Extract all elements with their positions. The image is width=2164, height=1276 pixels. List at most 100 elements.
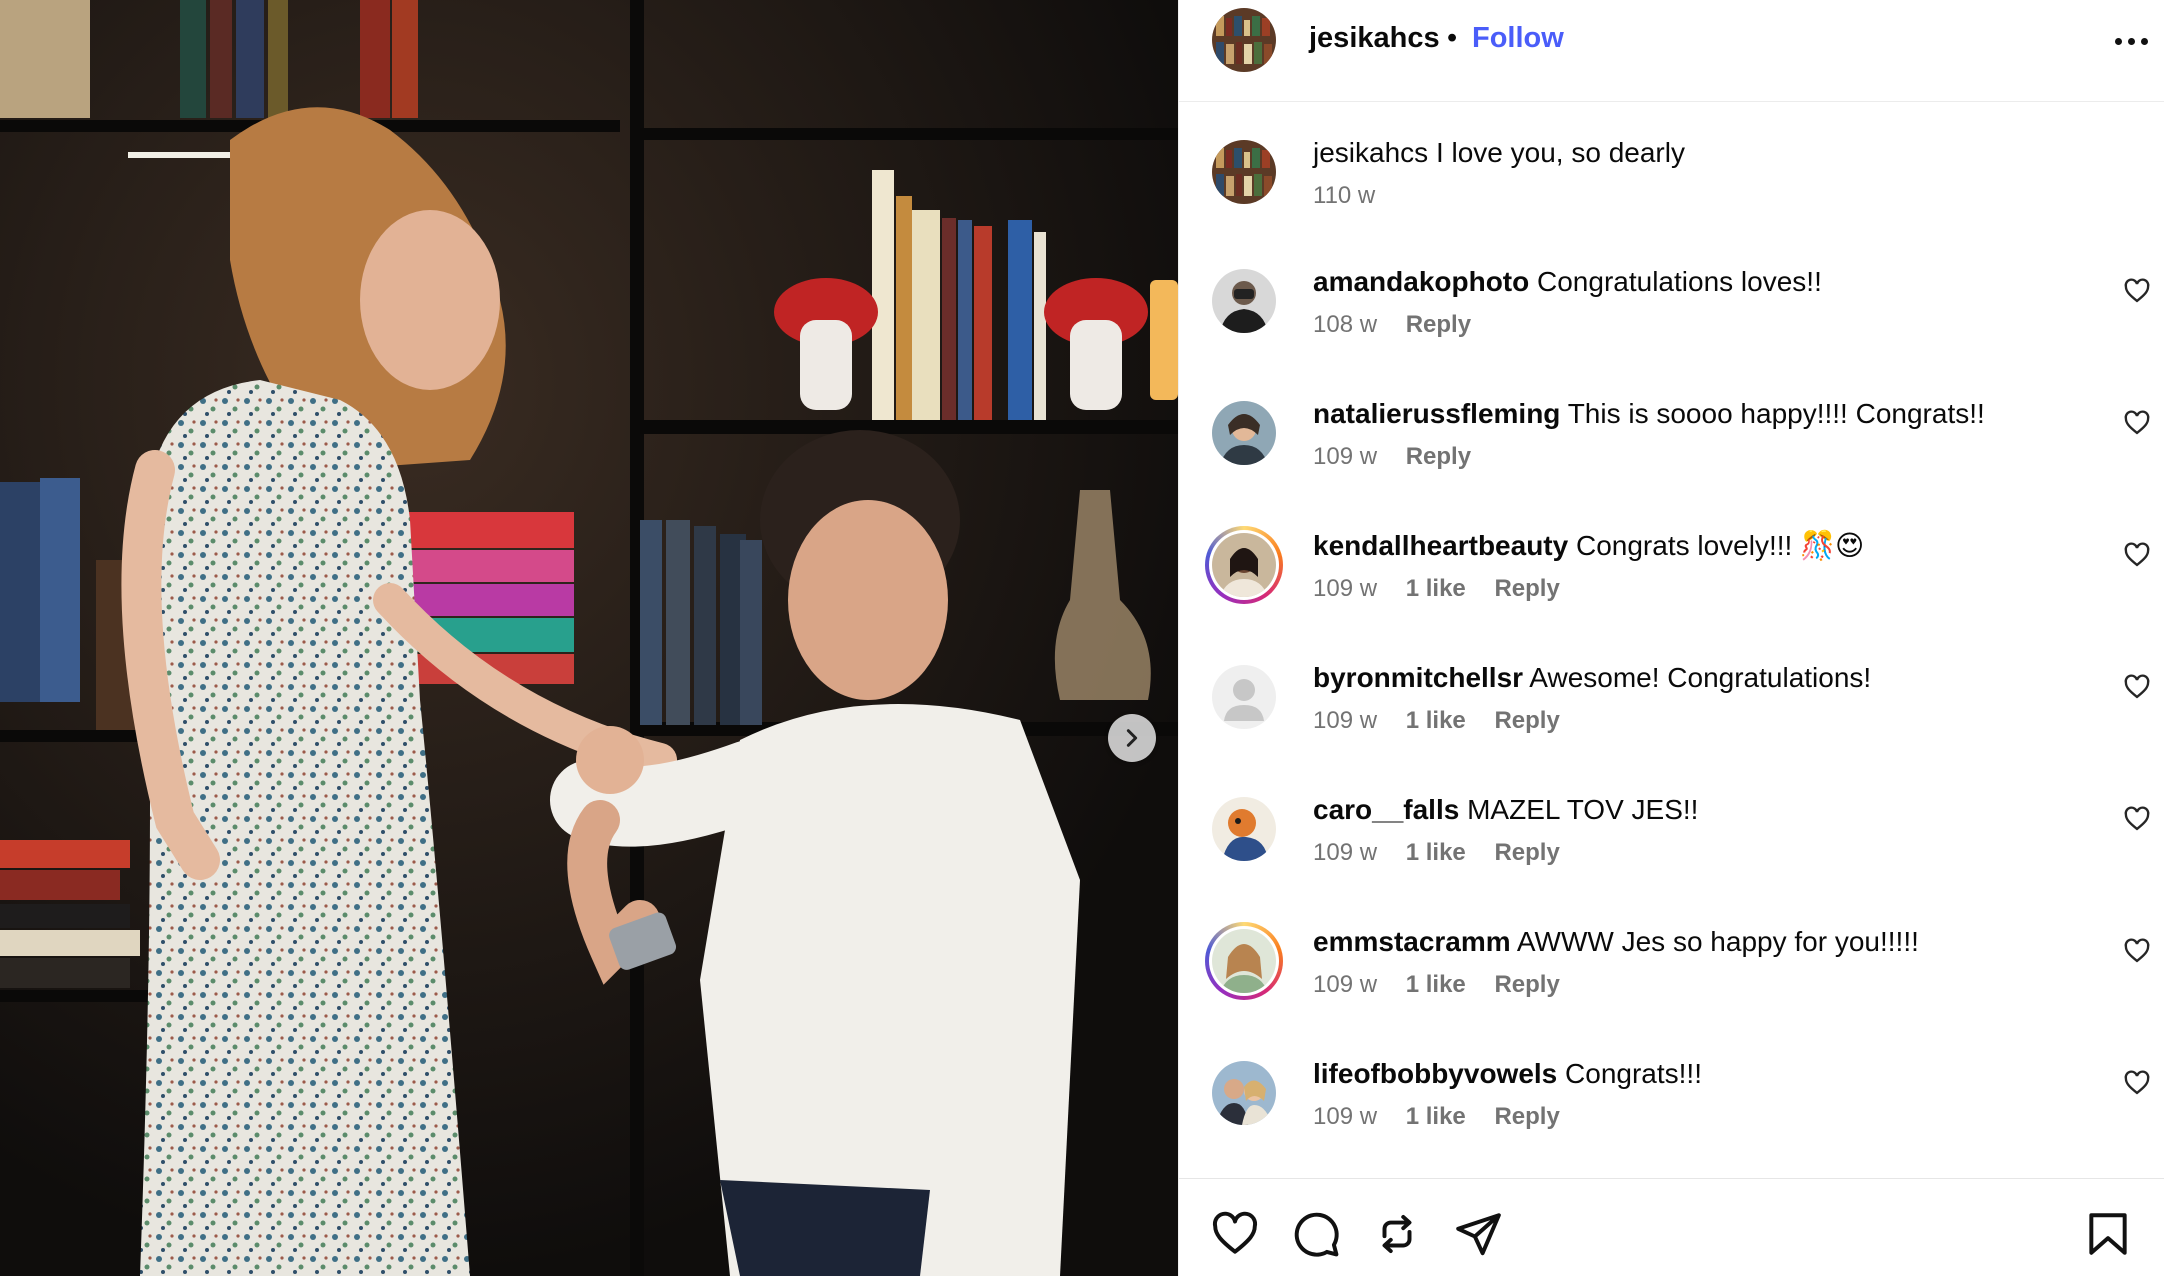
caption-meta: 110 w — [1313, 182, 1397, 210]
bookshelf-avatar-image — [1212, 8, 1276, 72]
comment-like-count[interactable]: 1 like — [1406, 1103, 1466, 1130]
chevron-right-icon — [1126, 729, 1138, 747]
comment-timestamp[interactable]: 109 w — [1313, 443, 1377, 470]
reply-button[interactable]: Reply — [1406, 443, 1471, 470]
comment-body: AWWW Jes so happy for you!!!!! — [1516, 926, 1919, 957]
comment-like-count[interactable]: 1 like — [1406, 971, 1466, 998]
separator-dot: • — [1447, 22, 1458, 54]
comment-username[interactable]: byronmitchellsr — [1313, 662, 1523, 693]
person-photo-avatar — [1212, 401, 1276, 465]
comment-meta: 109 w 1 like Reply — [1313, 971, 1582, 999]
comment-text: caro__falls MAZEL TOV JES!! — [1313, 793, 1698, 827]
author-username[interactable]: jesikahcs — [1309, 22, 1440, 55]
comment-text: byronmitchellsr Awesome! Congratulations… — [1313, 661, 1871, 695]
comment-meta: 109 w Reply — [1313, 443, 1493, 471]
comment-body: Congrats!!! — [1565, 1058, 1702, 1089]
comment-username[interactable]: lifeofbobbyvowels — [1313, 1058, 1557, 1089]
comment-username[interactable]: amandakophoto — [1313, 266, 1529, 297]
comment-bubble-icon[interactable] — [1291, 1209, 1341, 1259]
default-person-icon — [1212, 665, 1276, 729]
story-ring[interactable] — [1205, 526, 1283, 604]
post-header: jesikahcs • Follow — [1179, 0, 2164, 102]
caption-text: jesikahcs I love you, so dearly — [1313, 136, 1685, 170]
comment-body: Congrats lovely!!! 🎊😍 — [1575, 530, 1865, 561]
comment-timestamp[interactable]: 109 w — [1313, 839, 1377, 866]
comment-body: Awesome! Congratulations! — [1529, 662, 1872, 693]
comment-username[interactable]: emmstacramm — [1313, 926, 1511, 957]
comment-timestamp[interactable]: 108 w — [1313, 311, 1377, 338]
story-ring[interactable] — [1205, 922, 1283, 1000]
person-photo-avatar — [1212, 929, 1276, 993]
bookmark-icon[interactable] — [2083, 1209, 2133, 1259]
comment-text: natalierussfleming This is soooo happy!!… — [1313, 397, 1985, 431]
reply-button[interactable]: Reply — [1406, 311, 1471, 338]
next-image-button[interactable] — [1108, 714, 1156, 762]
commenter-avatar[interactable] — [1212, 797, 1276, 861]
commenter-avatar[interactable] — [1212, 929, 1276, 993]
more-options-icon[interactable] — [2115, 38, 2151, 48]
comment-text: lifeofbobbyvowels Congrats!!! — [1313, 1057, 1702, 1091]
default-avatar-icon[interactable] — [1212, 665, 1276, 729]
commenter-avatar[interactable] — [1212, 401, 1276, 465]
caption-username[interactable]: jesikahcs — [1313, 137, 1428, 168]
commenter-avatar[interactable] — [1212, 533, 1276, 597]
follow-button[interactable]: Follow — [1472, 22, 1564, 55]
commenter-avatar[interactable] — [1212, 269, 1276, 333]
paper-plane-icon[interactable] — [1453, 1209, 1503, 1259]
comment-username[interactable]: kendallheartbeauty — [1313, 530, 1568, 561]
comment-body: Congratulations loves!! — [1537, 266, 1822, 297]
comment-like-heart-icon[interactable] — [2123, 541, 2151, 569]
comment-timestamp[interactable]: 109 w — [1313, 707, 1377, 734]
reply-button[interactable]: Reply — [1494, 707, 1559, 734]
reply-button[interactable]: Reply — [1494, 971, 1559, 998]
illustrated-avatar-image — [1212, 797, 1276, 861]
comment-item: natalierussfleming This is soooo happy!!… — [1179, 397, 2164, 517]
repost-icon[interactable] — [1372, 1209, 1422, 1259]
comment-body: MAZEL TOV JES!! — [1467, 794, 1699, 825]
comment-like-count[interactable]: 1 like — [1406, 839, 1466, 866]
caption-author-avatar[interactable] — [1212, 140, 1276, 204]
comment-meta: 109 w 1 like Reply — [1313, 707, 1582, 735]
comment-item: lifeofbobbyvowels Congrats!!! 109 w 1 li… — [1179, 1057, 2164, 1177]
comment-username[interactable]: caro__falls — [1313, 794, 1459, 825]
comment-like-heart-icon[interactable] — [2123, 805, 2151, 833]
author-avatar[interactable] — [1212, 8, 1276, 72]
caption: jesikahcs I love you, so dearly 110 w — [1179, 136, 2164, 256]
reply-button[interactable]: Reply — [1494, 839, 1559, 866]
comments-list: jesikahcs I love you, so dearly 110 w am… — [1179, 103, 2164, 1178]
comment-text: kendallheartbeauty Congrats lovely!!! 🎊😍 — [1313, 529, 1864, 563]
bookshelf-avatar-image — [1212, 140, 1276, 204]
heart-icon[interactable] — [1210, 1209, 1260, 1259]
caption-body: I love you, so dearly — [1435, 137, 1685, 168]
couple-photo-avatar — [1212, 1061, 1276, 1125]
comment-item: kendallheartbeauty Congrats lovely!!! 🎊😍… — [1179, 526, 2164, 649]
comment-item: caro__falls MAZEL TOV JES!! 109 w 1 like… — [1179, 793, 2164, 913]
comment-like-count[interactable]: 1 like — [1406, 575, 1466, 602]
engagement-photo — [0, 0, 1178, 1276]
caption-timestamp[interactable]: 110 w — [1313, 182, 1375, 209]
comment-like-count[interactable]: 1 like — [1406, 707, 1466, 734]
comment-timestamp[interactable]: 109 w — [1313, 575, 1377, 602]
post-side-panel: jesikahcs • Follow jesikahcs I love you,… — [1178, 0, 2164, 1276]
comment-item: emmstacramm AWWW Jes so happy for you!!!… — [1179, 922, 2164, 1045]
comment-like-heart-icon[interactable] — [2123, 673, 2151, 701]
comment-username[interactable]: natalierussfleming — [1313, 398, 1560, 429]
person-photo-avatar — [1212, 269, 1276, 333]
comment-timestamp[interactable]: 109 w — [1313, 971, 1377, 998]
comment-meta: 109 w 1 like Reply — [1313, 839, 1582, 867]
reply-button[interactable]: Reply — [1494, 575, 1559, 602]
commenter-avatar[interactable] — [1212, 1061, 1276, 1125]
person-photo-avatar — [1212, 533, 1276, 597]
comment-like-heart-icon[interactable] — [2123, 409, 2151, 437]
comment-like-heart-icon[interactable] — [2123, 1069, 2151, 1097]
comment-body: This is soooo happy!!!! Congrats!! — [1567, 398, 1985, 429]
post-photo — [0, 0, 1178, 1276]
comment-timestamp[interactable]: 109 w — [1313, 1103, 1377, 1130]
comment-meta: 109 w 1 like Reply — [1313, 1103, 1582, 1131]
comment-like-heart-icon[interactable] — [2123, 937, 2151, 965]
comment-text: emmstacramm AWWW Jes so happy for you!!!… — [1313, 925, 1919, 959]
reply-button[interactable]: Reply — [1494, 1103, 1559, 1130]
comment-like-heart-icon[interactable] — [2123, 277, 2151, 305]
comment-meta: 108 w Reply — [1313, 311, 1493, 339]
action-bar — [1179, 1178, 2164, 1276]
